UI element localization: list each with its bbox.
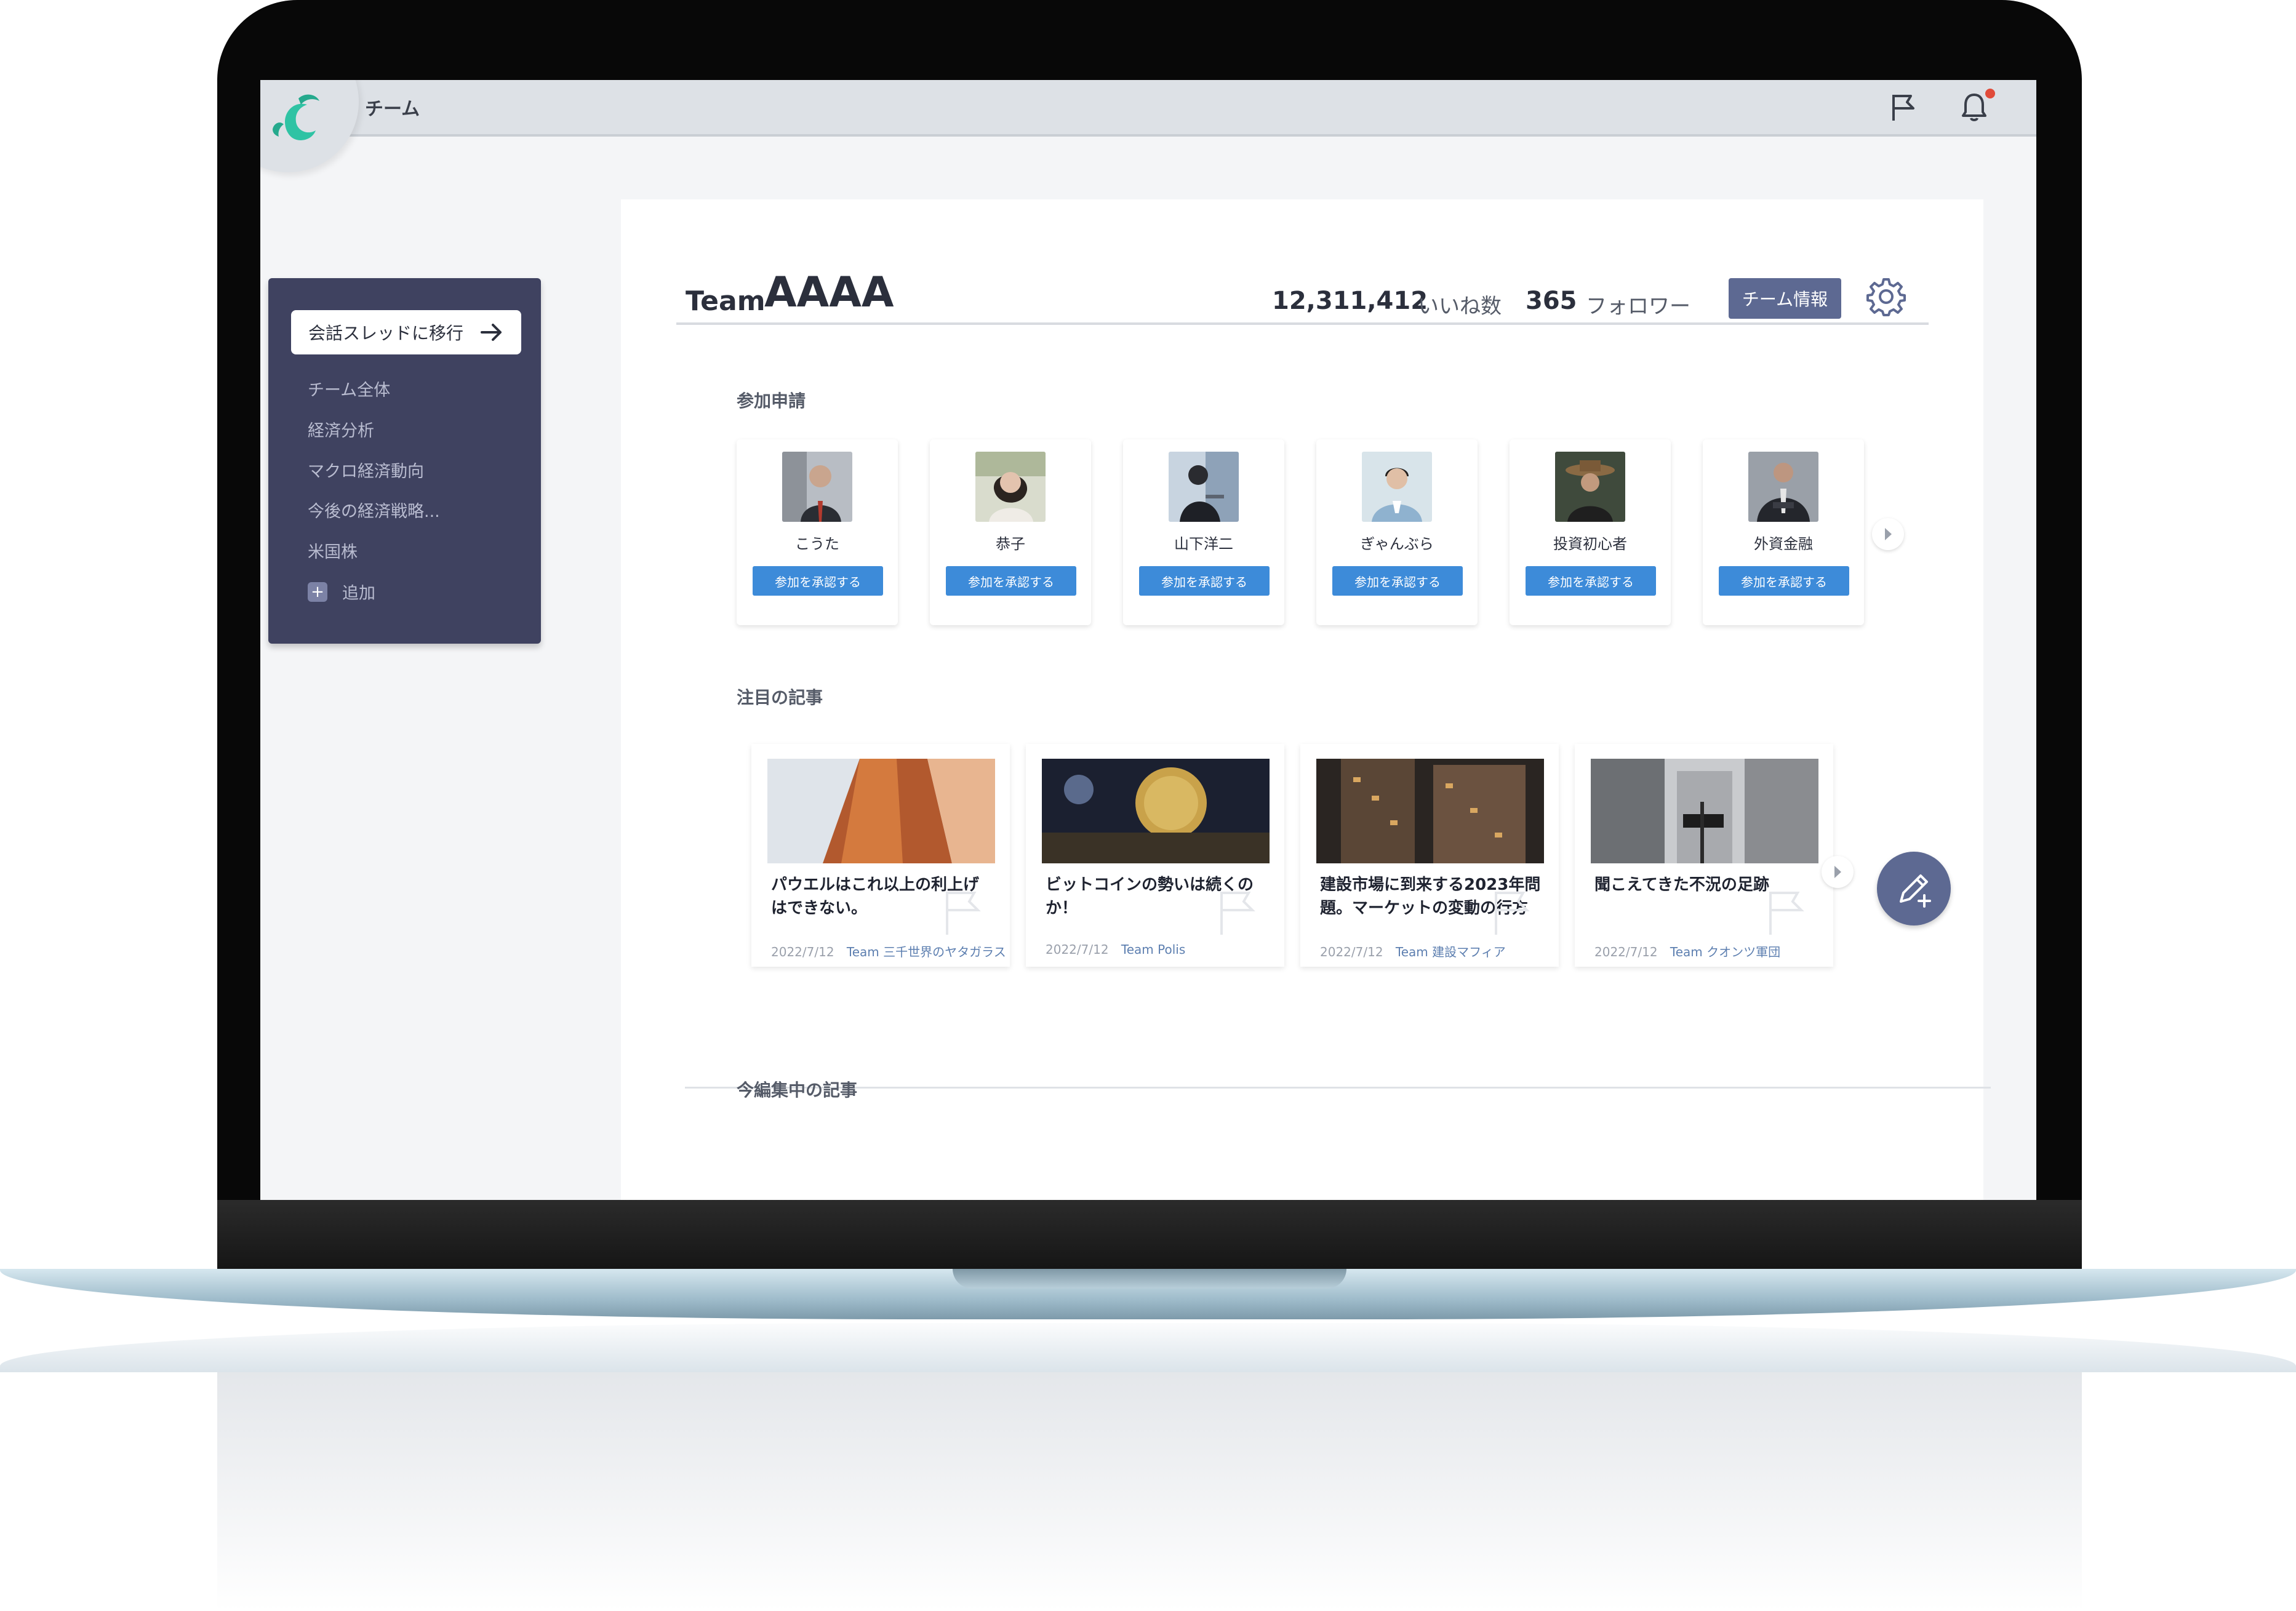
member-card: ぎゃんぶら 参加を承認する — [1316, 439, 1478, 625]
followers-label: フォロワー — [1586, 294, 1690, 319]
article-card[interactable]: 聞こえてきた不況の足跡 2022/7/12 Team クオンツ軍団 — [1575, 744, 1833, 967]
team-prefix: Team — [686, 286, 766, 317]
approve-join-button[interactable]: 参加を承認する — [946, 566, 1076, 596]
article-meta: 2022/7/12 Team 三千世界のヤタガラス — [771, 942, 1006, 960]
approve-join-button[interactable]: 参加を承認する — [1139, 566, 1270, 596]
member-avatar — [782, 452, 852, 522]
app-screen: チーム 会話スレッドに移行 チーム全体 経済分析 マクロ経済動向 今後の経済戦略… — [260, 80, 2036, 1200]
member-avatar — [1169, 452, 1239, 522]
team-info-button[interactable]: チーム情報 — [1729, 278, 1841, 319]
member-name: 投資初心者 — [1553, 535, 1627, 553]
member-name: 恭子 — [996, 535, 1025, 553]
bookmark-flag-icon[interactable] — [1759, 883, 1815, 938]
join-requests-next-button[interactable] — [1872, 518, 1904, 550]
member-name: 外資金融 — [1754, 535, 1813, 553]
article-card[interactable]: 建設市場に到来する2023年問題。マーケットの変動の行方 2022/7/12 T… — [1300, 744, 1559, 967]
article-meta: 2022/7/12 Team 建設マフィア — [1320, 942, 1506, 960]
article-date: 2022/7/12 — [1594, 945, 1658, 959]
article-date: 2022/7/12 — [771, 945, 834, 959]
member-card: こうた 参加を承認する — [737, 439, 898, 625]
article-thumbnail — [767, 759, 995, 863]
member-card: 外資金融 参加を承認する — [1703, 439, 1864, 625]
article-date: 2022/7/12 — [1320, 945, 1383, 959]
join-requests-title: 参加申請 — [737, 391, 806, 411]
editing-articles-title: 今編集中の記事 — [737, 1080, 858, 1100]
flag-icon[interactable] — [1885, 89, 1922, 126]
article-card[interactable]: ビットコインの勢いは続くのか！ 2022/7/12 Team Polis — [1026, 744, 1284, 967]
plus-icon: + — [308, 582, 327, 602]
bookmark-flag-icon[interactable] — [1485, 883, 1540, 938]
likes-count: 12,311,412 — [1272, 287, 1428, 315]
article-team-link[interactable]: Team クオンツ軍団 — [1670, 945, 1780, 959]
followers-count: 365 — [1526, 287, 1577, 315]
approve-join-button[interactable]: 参加を承認する — [1719, 566, 1849, 596]
chevron-right-icon — [1885, 528, 1892, 540]
member-avatar — [1362, 452, 1432, 522]
bookmark-flag-icon[interactable] — [1210, 883, 1266, 938]
gear-icon[interactable] — [1865, 276, 1907, 318]
sidebar-item-economic-analysis[interactable]: 経済分析 — [308, 417, 374, 441]
member-name: 山下洋二 — [1174, 535, 1233, 553]
member-name: こうた — [795, 535, 839, 553]
compose-article-button[interactable] — [1877, 852, 1951, 925]
article-meta: 2022/7/12 Team Polis — [1046, 942, 1185, 957]
team-main-panel: Team AAAA 12,311,412 いいね数 365 フォロワー チーム情… — [621, 199, 1991, 1200]
header-divider — [676, 322, 1929, 325]
sidebar-item-macro[interactable]: マクロ経済動向 — [308, 458, 424, 482]
approve-join-button[interactable]: 参加を承認する — [1332, 566, 1463, 596]
likes-label: いいね数 — [1418, 294, 1502, 319]
article-thumbnail — [1316, 759, 1544, 863]
arrow-right-icon — [481, 324, 502, 341]
team-name: AAAA — [764, 268, 894, 317]
bookmark-flag-icon[interactable] — [936, 883, 991, 938]
logo-container[interactable] — [260, 80, 359, 172]
add-channel-button[interactable]: + 追加 — [308, 580, 375, 604]
notification-badge — [1985, 89, 1995, 98]
app-logo-icon — [273, 94, 319, 140]
add-channel-label: 追加 — [342, 584, 375, 603]
laptop-bezel — [217, 1200, 2082, 1271]
member-card: 恭子 参加を承認する — [930, 439, 1091, 625]
article-thumbnail — [1042, 759, 1270, 863]
go-to-thread-button[interactable]: 会話スレッドに移行 — [291, 310, 521, 354]
article-thumbnail — [1591, 759, 1818, 863]
article-card[interactable]: パウエルはこれ以上の利上げはできない。 2022/7/12 Team 三千世界の… — [751, 744, 1010, 967]
member-avatar — [1748, 452, 1818, 522]
page-title: チーム — [365, 98, 420, 120]
approve-join-button[interactable]: 参加を承認する — [1526, 566, 1656, 596]
member-card: 山下洋二 参加を承認する — [1123, 439, 1284, 625]
top-bar: チーム — [260, 80, 2036, 137]
sidebar-item-strategy[interactable]: 今後の経済戦略... — [308, 498, 440, 522]
sidebar-item-all[interactable]: チーム全体 — [308, 377, 390, 401]
article-meta: 2022/7/12 Team クオンツ軍団 — [1594, 942, 1780, 960]
laptop-notch — [953, 1269, 1346, 1289]
article-team-link[interactable]: Team Polis — [1121, 942, 1185, 957]
featured-articles-title: 注目の記事 — [737, 687, 823, 708]
laptop-reflection — [217, 1372, 2082, 1611]
member-avatar — [1555, 452, 1625, 522]
team-sidebar: 会話スレッドに移行 チーム全体 経済分析 マクロ経済動向 今後の経済戦略... … — [268, 278, 541, 644]
laptop-reflection-base — [0, 1323, 2296, 1372]
approve-join-button[interactable]: 参加を承認する — [753, 566, 883, 596]
featured-next-button[interactable] — [1822, 856, 1854, 888]
go-to-thread-label: 会話スレッドに移行 — [308, 323, 464, 343]
chevron-right-icon — [1834, 866, 1841, 878]
sidebar-item-us-stocks[interactable]: 米国株 — [308, 538, 358, 562]
article-team-link[interactable]: Team 建設マフィア — [1396, 945, 1506, 959]
pencil-plus-icon — [1900, 874, 1931, 908]
member-name: ぎゃんぶら — [1360, 535, 1434, 553]
member-card: 投資初心者 参加を承認する — [1510, 439, 1671, 625]
member-avatar — [975, 452, 1046, 522]
section-divider — [685, 1087, 1991, 1089]
article-team-link[interactable]: Team 三千世界のヤタガラス — [847, 945, 1006, 959]
article-date: 2022/7/12 — [1046, 942, 1109, 957]
